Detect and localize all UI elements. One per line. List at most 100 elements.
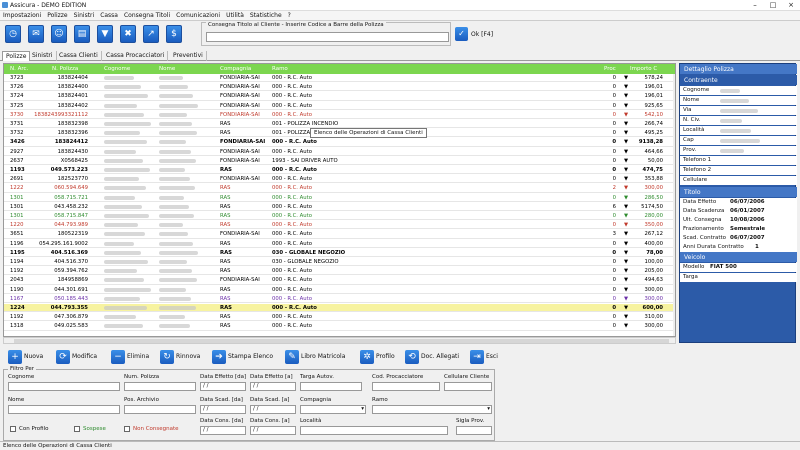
ramo-select[interactable]: ▾	[372, 405, 492, 414]
table-row[interactable]: 3730 1838243993321112 FONDIARIA-SAI 000 - R…	[4, 110, 675, 120]
table-row[interactable]: 1192 059.394.762 RAS 000 - R.C. Auto 0 205,00…	[4, 267, 675, 276]
menu-sinistri[interactable]: Sinistri	[71, 11, 98, 20]
grid-hscroll[interactable]	[3, 337, 676, 344]
mail-icon[interactable]: ✉	[28, 25, 44, 43]
menu-help[interactable]: ?	[285, 11, 294, 20]
col-compagnia[interactable]: Compagnia	[220, 66, 251, 72]
hscroll-thumb[interactable]	[14, 339, 669, 343]
table-row[interactable]: 1222 060.594.649 RAS 000 - R.C. Auto 2 300,00…	[4, 184, 675, 193]
dropdown-icon[interactable]: ▼	[624, 149, 628, 155]
table-row[interactable]: 1220 044.793.989 RAS 000 - R.C. Auto 0 350,00…	[4, 221, 675, 230]
targa-input[interactable]	[300, 382, 362, 391]
table-row[interactable]: 1196 054.295.161.9002 RAS 000 - R.C. Auto 0 4…	[4, 239, 675, 248]
tab-preventivi[interactable]: Preventivi	[170, 51, 207, 61]
dropdown-icon[interactable]: ▼	[624, 296, 628, 302]
dropdown-icon[interactable]: ▼	[624, 305, 628, 311]
table-row[interactable]: 1167 050.185.443 RAS 000 - R.C. Auto 0 300,00…	[4, 294, 675, 304]
table-row[interactable]: 1301 058.715.721 RAS 000 - R.C. Auto 0 286,50…	[4, 193, 675, 202]
tab-cassa-clienti[interactable]: Cassa Clienti	[56, 51, 102, 61]
sigla-prov-input[interactable]	[456, 426, 492, 435]
col-importo[interactable]: Importo C	[630, 66, 657, 72]
dropdown-icon[interactable]: ▼	[624, 139, 628, 145]
pos-archivio-input[interactable]	[124, 405, 196, 414]
dropdown-icon[interactable]: ▼	[624, 314, 628, 320]
table-row[interactable]: 1195 404.516.369 RAS 030 - GLOBALE NEGOZIO 0…	[4, 248, 675, 258]
tab-polizze[interactable]: Polizze	[2, 51, 31, 61]
maximize-button[interactable]: □	[764, 0, 782, 11]
cognome-input[interactable]	[8, 382, 120, 391]
user-icon[interactable]: ☺	[51, 25, 67, 43]
data-scad-a-input[interactable]: / /	[250, 405, 296, 414]
dropdown-icon[interactable]: ▼	[624, 158, 628, 164]
cod-proc-input[interactable]	[372, 382, 440, 391]
dropdown-icon[interactable]: ▼	[624, 213, 628, 219]
dropdown-icon[interactable]: ▼	[624, 112, 628, 118]
dropdown-icon[interactable]: ▼	[624, 250, 628, 256]
table-row[interactable]: 3723 183824404 FONDIARIA-SAI 000 - R.C. Aut…	[4, 74, 675, 83]
dropdown-icon[interactable]: ▼	[624, 121, 628, 127]
dropdown-icon[interactable]: ▼	[624, 130, 628, 136]
data-cons-da-input[interactable]: / /	[200, 426, 246, 435]
col-n-polizza[interactable]: N. Polizza	[52, 66, 78, 72]
data-cons-a-input[interactable]: / /	[250, 426, 296, 435]
tab-cassa-procacciatori[interactable]: Cassa Procacciatori	[103, 51, 169, 61]
menu-consegna-titoli[interactable]: Consegna Titoli	[121, 11, 173, 20]
dropdown-icon[interactable]: ▼	[624, 103, 628, 109]
dropdown-icon[interactable]: ▼	[624, 93, 628, 99]
filter-icon[interactable]: ▼	[97, 25, 113, 43]
data-effetto-a-input[interactable]: / /	[250, 382, 296, 391]
table-row[interactable]: 1301 043.458.232 RAS 000 - R.C. Auto 6 5174,5…	[4, 202, 675, 212]
compagnia-select[interactable]: ▾	[300, 405, 366, 414]
trash-icon[interactable]: ✖	[120, 25, 136, 43]
ok-button[interactable]: ✓	[455, 27, 468, 41]
table-row[interactable]: 2691 182523770 FONDIARIA-SAI 000 - R.C. Aut…	[4, 175, 675, 184]
table-row[interactable]: 3724 183824401 FONDIARIA-SAI 000 - R.C. Aut…	[4, 92, 675, 101]
table-row[interactable]: 1194 404.516.370 RAS 030 - GLOBALE NEGOZIO 0…	[4, 258, 675, 267]
col-nome[interactable]: Nome	[159, 66, 175, 72]
dropdown-icon[interactable]: ▼	[624, 84, 628, 90]
chart-icon[interactable]: ↗	[143, 25, 159, 43]
dropdown-icon[interactable]: ▼	[624, 259, 628, 265]
table-row[interactable]: 2043 184958869 FONDIARIA-SAI 000 - R.C. Aut…	[4, 276, 675, 285]
dropdown-icon[interactable]: ▼	[624, 323, 628, 329]
tab-sinistri[interactable]: Sinistri	[29, 51, 57, 61]
dropdown-icon[interactable]: ▼	[624, 176, 628, 182]
menu-polizze[interactable]: Polizze	[44, 11, 70, 20]
non-consegnate-checkbox[interactable]	[124, 426, 130, 432]
dropdown-icon[interactable]: ▼	[624, 204, 628, 210]
dropdown-icon[interactable]: ▼	[624, 222, 628, 228]
num-polizza-input[interactable]	[124, 382, 196, 391]
table-row[interactable]: 3426 183824412 FONDIARIA-SAI 000 - R.C. Aut…	[4, 138, 675, 147]
dropdown-icon[interactable]: ▼	[624, 231, 628, 237]
table-row[interactable]: 3725 183824402 FONDIARIA-SAI 000 - R.C. Aut…	[4, 101, 675, 110]
barcode-input[interactable]	[206, 32, 449, 42]
table-row[interactable]: 3651 180522319 FONDIARIA-SAI 000 - R.C. Aut…	[4, 230, 675, 239]
dropdown-icon[interactable]: ▼	[624, 287, 628, 293]
close-button[interactable]: ×	[782, 0, 800, 11]
menu-impostazioni[interactable]: Impostazioni	[0, 11, 44, 20]
grid-vscroll[interactable]	[673, 74, 675, 336]
table-row[interactable]: 1193 049.573.223 RAS 000 - R.C. Auto 0 474,75…	[4, 166, 675, 175]
col-cognome[interactable]: Cognome	[104, 66, 130, 72]
data-scad-da-input[interactable]: / /	[200, 405, 246, 414]
dropdown-icon[interactable]: ▼	[624, 277, 628, 283]
sospese-checkbox[interactable]	[74, 426, 80, 432]
col-n-arc[interactable]: N. Arc.	[10, 66, 28, 72]
col-proc[interactable]: Proc	[604, 66, 616, 72]
clock-icon[interactable]: ◷	[5, 25, 21, 43]
localita-input[interactable]	[300, 426, 448, 435]
table-row[interactable]: 1190 044.301.691 RAS 000 - R.C. Auto 0 300,00…	[4, 285, 675, 294]
menu-utilita[interactable]: Utilità	[223, 11, 247, 20]
dropdown-icon[interactable]: ▼	[624, 167, 628, 173]
document-icon[interactable]: ▤	[74, 25, 90, 43]
minimize-button[interactable]: –	[746, 0, 764, 11]
table-row[interactable]: 3731 183832398 RAS 001 - POLIZZA INCENDIO 0 2…	[4, 120, 675, 129]
table-row[interactable]: 2637 X0568425 FONDIARIA-SAI 1993 - SAI DRIV…	[4, 156, 675, 166]
dropdown-icon[interactable]: ▼	[624, 241, 628, 247]
con-profilo-checkbox[interactable]	[10, 426, 16, 432]
table-row[interactable]: 1192 047.306.879 RAS 000 - R.C. Auto 0 310,00…	[4, 313, 675, 322]
dropdown-icon[interactable]: ▼	[624, 268, 628, 274]
data-effetto-da-input[interactable]: / /	[200, 382, 246, 391]
nome-input[interactable]	[8, 405, 120, 414]
dropdown-icon[interactable]: ▼	[624, 195, 628, 201]
